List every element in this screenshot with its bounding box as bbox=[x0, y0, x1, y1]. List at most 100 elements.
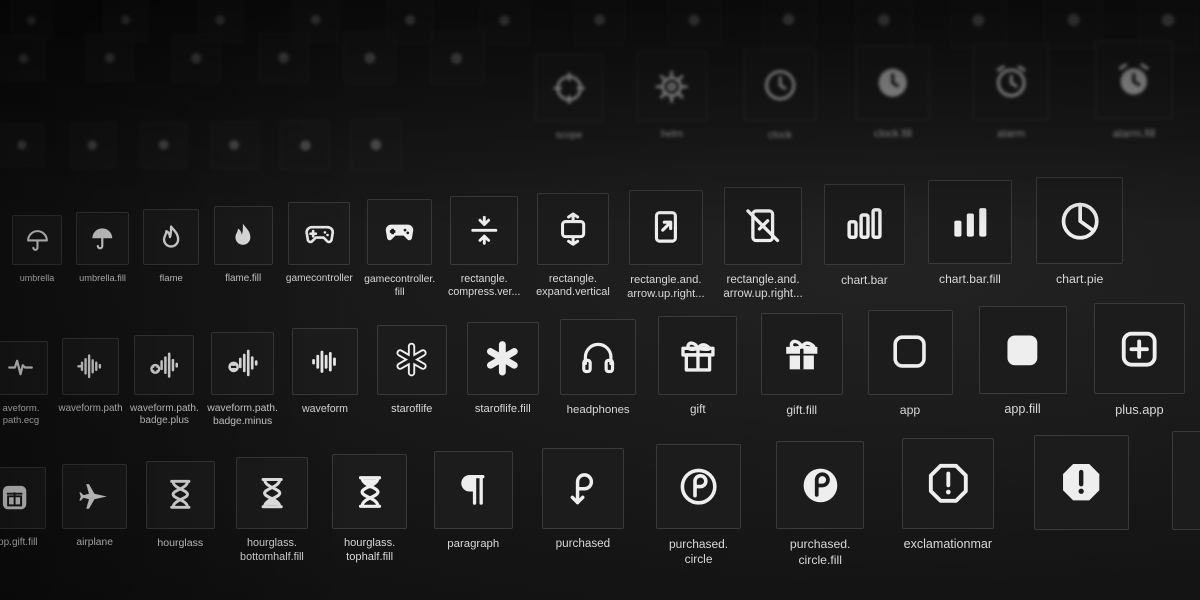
symbol-name-label: app.fill bbox=[1004, 402, 1041, 417]
background-symbol-tile bbox=[668, 0, 721, 47]
hourglass-icon bbox=[170, 480, 191, 510]
gift-symbol-tile[interactable] bbox=[658, 315, 738, 395]
hourglass-tophalf-fill-symbol-tile[interactable] bbox=[332, 454, 408, 530]
chart-bar-symbol-tile[interactable] bbox=[823, 183, 905, 265]
staroflife-symbol-tile[interactable] bbox=[377, 325, 447, 395]
clock-symbol-tile[interactable] bbox=[744, 48, 816, 121]
helm-symbol-tile[interactable] bbox=[637, 51, 707, 122]
flame-fill-symbol-tile[interactable] bbox=[213, 205, 273, 265]
symbol-name-label: helm bbox=[660, 129, 684, 141]
staroflife-fill-symbol-tile[interactable] bbox=[466, 322, 540, 395]
rectangle-compress-vertical-icon bbox=[471, 215, 498, 245]
background-symbol-tile bbox=[1044, 0, 1103, 50]
umbrella-symbol-tile[interactable] bbox=[12, 215, 62, 265]
hourglass-tophalf-fill-icon bbox=[358, 475, 381, 508]
hourglass-symbol-tile[interactable] bbox=[146, 460, 215, 530]
rectangle-compress-vertical-symbol-tile[interactable] bbox=[449, 196, 519, 265]
symbol-name-label: purchased. circle bbox=[668, 537, 729, 567]
app-gift-fill-symbol-tile[interactable] bbox=[0, 467, 46, 529]
rectangle-arrow-up-right-slash-symbol-tile[interactable] bbox=[724, 186, 802, 265]
waveform-badge-minus-symbol-tile[interactable] bbox=[210, 331, 275, 395]
paragraph-symbol-tile[interactable] bbox=[434, 450, 513, 530]
app-fill-symbol-tile[interactable] bbox=[978, 306, 1067, 395]
staroflife-fill-icon bbox=[487, 341, 519, 376]
background-symbol-tile bbox=[0, 123, 44, 167]
symbols-grid: scopehelmclockclock.fillalarmalarm.fills… bbox=[0, 0, 1200, 600]
background-symbol-tile bbox=[350, 119, 402, 171]
flame-symbol-tile[interactable] bbox=[143, 208, 200, 265]
background-symbol-tile bbox=[210, 120, 259, 170]
gamecontroller-symbol-tile[interactable] bbox=[288, 202, 351, 265]
chart-bar-fill-symbol-tile[interactable] bbox=[927, 180, 1012, 265]
gift-fill-symbol-tile[interactable] bbox=[760, 312, 843, 395]
alarm-fill-icon bbox=[1119, 63, 1149, 95]
chart-bar-fill-icon bbox=[953, 208, 986, 237]
gift-fill-icon bbox=[786, 339, 818, 370]
symbol-name-label: chart.bar.fill bbox=[939, 272, 1001, 287]
exclamationmark-octagon-symbol-tile[interactable] bbox=[902, 437, 994, 530]
waveform-badge-plus-symbol-tile[interactable] bbox=[134, 334, 195, 395]
purchased-circle-icon bbox=[680, 468, 717, 505]
app-icon bbox=[893, 335, 927, 369]
clock-fill-symbol-tile[interactable] bbox=[856, 46, 930, 121]
alarm-symbol-tile[interactable] bbox=[973, 43, 1049, 120]
background-symbol-tile bbox=[280, 120, 330, 170]
rectangle-arrow-up-right-symbol-tile[interactable] bbox=[628, 189, 704, 265]
waveform-path-ecg-symbol-tile[interactable] bbox=[0, 341, 48, 395]
alarm-fill-symbol-tile[interactable] bbox=[1095, 41, 1173, 119]
exclamationmark-octagon-icon bbox=[928, 464, 968, 504]
purchased-circle-fill-symbol-tile[interactable] bbox=[776, 441, 865, 530]
symbol-name-label: chart.bar bbox=[841, 272, 888, 287]
background-symbol-tile bbox=[172, 33, 221, 83]
background-symbol-tile bbox=[762, 0, 816, 47]
hourglass-bottomhalf-fill-icon bbox=[261, 478, 283, 509]
clock-fill-icon bbox=[878, 69, 908, 98]
plus-app-symbol-tile[interactable] bbox=[1093, 303, 1185, 395]
waveform-icon bbox=[312, 350, 337, 373]
background-symbol-tile bbox=[70, 122, 116, 168]
gamecontroller-fill-icon bbox=[385, 225, 414, 241]
alarm-icon bbox=[996, 65, 1026, 98]
exclamationmark-octagon-fill-symbol-tile[interactable] bbox=[1034, 434, 1129, 530]
xmark-octagon-icon bbox=[1196, 455, 1200, 505]
headphones-symbol-tile[interactable] bbox=[560, 318, 636, 395]
app-fill-icon bbox=[1007, 335, 1038, 366]
background-symbol-tile bbox=[430, 31, 484, 85]
hourglass-bottomhalf-fill-symbol-tile[interactable] bbox=[236, 457, 308, 530]
waveform-symbol-tile[interactable] bbox=[291, 328, 359, 395]
waveform-path-symbol-tile[interactable] bbox=[62, 337, 120, 395]
rectangle-expand-vertical-symbol-tile[interactable] bbox=[537, 192, 609, 265]
xmark-octagon-symbol-tile[interactable] bbox=[1172, 431, 1200, 530]
airplane-icon bbox=[79, 484, 107, 509]
rectangle-arrow-up-right-slash-icon bbox=[746, 209, 780, 243]
symbol-name-label: clock.fill bbox=[874, 128, 912, 141]
purchased-symbol-tile[interactable] bbox=[542, 447, 624, 530]
symbol-name-label: gift bbox=[689, 402, 706, 416]
flame-fill-icon bbox=[235, 224, 251, 246]
symbol-name-label: alarm bbox=[997, 127, 1025, 140]
symbol-name-label: chart.pie bbox=[1055, 272, 1104, 287]
chart-pie-symbol-tile[interactable] bbox=[1036, 177, 1124, 265]
symbol-name-label: gift.fill bbox=[786, 402, 818, 417]
gamecontroller-fill-symbol-tile[interactable] bbox=[366, 199, 433, 265]
background-symbol-tile bbox=[140, 121, 187, 169]
waveform-path-ecg-icon bbox=[8, 360, 34, 376]
symbol-name-label: alarm.fill bbox=[1112, 128, 1156, 140]
symbol-name-label: hourglass. tophalf.fill bbox=[343, 537, 396, 564]
umbrella-fill-symbol-tile[interactable] bbox=[76, 211, 130, 265]
scope-symbol-tile[interactable] bbox=[535, 54, 603, 122]
symbol-name-label: app bbox=[899, 402, 921, 417]
purchased-circle-fill-icon bbox=[803, 468, 838, 503]
purchased-circle-symbol-tile[interactable] bbox=[656, 444, 742, 530]
airplane-symbol-tile[interactable] bbox=[62, 463, 128, 530]
clock-icon bbox=[764, 69, 796, 100]
rectangle-arrow-up-right-icon bbox=[654, 211, 677, 243]
gift-icon bbox=[681, 341, 715, 372]
symbol-name-label: paragraph bbox=[447, 538, 500, 551]
umbrella-icon bbox=[26, 229, 48, 251]
app-symbol-tile[interactable] bbox=[867, 309, 953, 395]
chart-pie-icon bbox=[1061, 202, 1099, 240]
waveform-badge-plus-icon bbox=[150, 352, 179, 378]
scope-icon bbox=[553, 72, 585, 104]
helm-icon bbox=[655, 70, 689, 103]
